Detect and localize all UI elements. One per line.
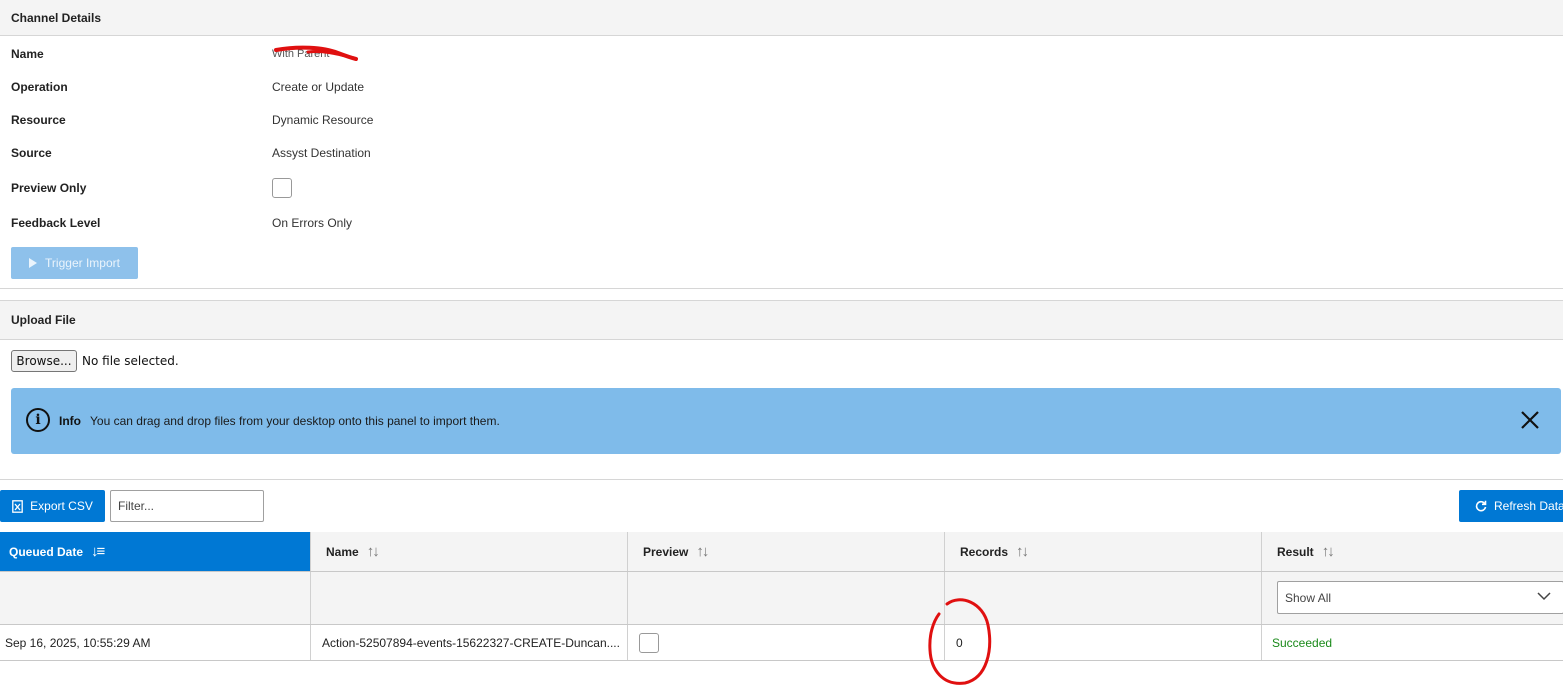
queued-date-value: Sep 16, 2025, 10:55:29 AM — [5, 635, 151, 650]
records-cell: 0 — [945, 625, 1262, 660]
info-banner-message: You can drag and drop files from your de… — [90, 414, 500, 428]
sort-descending-icon: ↓≡ — [91, 543, 105, 560]
filter-cell — [945, 572, 1262, 624]
column-header-records[interactable]: Records ↑↓ — [945, 532, 1262, 571]
export-csv-label: Export CSV — [30, 499, 93, 513]
name-cell: Action-52507894-events-15622327-CREATE-D… — [311, 625, 628, 660]
source-label: Source — [11, 146, 52, 160]
resource-value: Dynamic Resource — [272, 113, 374, 127]
feedback-level-label: Feedback Level — [11, 216, 101, 230]
sort-icon: ↑↓ — [1016, 543, 1029, 560]
column-label: Result — [1277, 544, 1314, 559]
name-value: With Parent — [272, 48, 330, 60]
column-header-queued-date[interactable]: Queued Date ↓≡ — [0, 532, 311, 571]
column-label: Queued Date — [9, 544, 84, 559]
filter-cell: Show All — [1262, 572, 1563, 624]
upload-file-title: Upload File — [11, 313, 76, 327]
result-status: Succeeded — [1272, 635, 1333, 650]
section-divider — [0, 479, 1563, 480]
feedback-level-value: On Errors Only — [272, 216, 353, 230]
queued-date-cell: Sep 16, 2025, 10:55:29 AM — [0, 625, 311, 660]
import-name-value: Action-52507894-events-15622327-CREATE-D… — [322, 635, 620, 650]
operation-value: Create or Update — [272, 80, 365, 94]
resource-label: Resource — [11, 113, 66, 127]
column-label: Preview — [643, 544, 689, 559]
channel-details-title: Channel Details — [11, 10, 102, 25]
refresh-data-button[interactable]: Refresh Data — [1459, 490, 1563, 522]
column-label: Records — [960, 544, 1009, 559]
play-icon — [29, 258, 38, 268]
table-header-row: Queued Date ↓≡ Name ↑↓ Preview ↑↓ Record… — [0, 532, 1563, 572]
result-filter-select[interactable]: Show All — [1277, 581, 1563, 614]
column-header-name[interactable]: Name ↑↓ — [311, 532, 628, 571]
upload-file-header: Upload File — [0, 300, 1563, 340]
file-excel-icon — [12, 499, 23, 513]
operation-label: Operation — [11, 80, 68, 94]
trigger-import-label: Trigger Import — [45, 256, 120, 270]
refresh-data-label: Refresh Data — [1494, 499, 1563, 513]
column-header-preview[interactable]: Preview ↑↓ — [628, 532, 945, 571]
filter-cell — [628, 572, 945, 624]
name-label: Name — [11, 47, 44, 61]
preview-cell — [628, 625, 945, 660]
column-header-result[interactable]: Result ↑↓ — [1262, 532, 1563, 571]
chevron-down-icon — [1537, 592, 1551, 601]
sort-icon: ↑↓ — [1321, 543, 1335, 560]
info-icon: i — [26, 408, 50, 432]
source-value: Assyst Destination — [272, 146, 371, 160]
close-icon[interactable] — [1519, 409, 1541, 431]
result-cell: Succeeded — [1262, 625, 1563, 660]
column-label: Name — [326, 544, 359, 559]
table-row[interactable]: Sep 16, 2025, 10:55:29 AM Action-5250789… — [0, 625, 1563, 661]
file-status-text: No file selected. — [82, 354, 179, 368]
info-banner: i Info You can drag and drop files from … — [11, 388, 1561, 454]
info-banner-title: Info — [59, 414, 81, 428]
filter-input[interactable] — [110, 490, 264, 522]
preview-only-checkbox[interactable] — [272, 178, 292, 198]
table-filter-row: Show All — [0, 572, 1563, 625]
filter-cell — [311, 572, 628, 624]
export-csv-button[interactable]: Export CSV — [0, 490, 105, 522]
refresh-icon — [1475, 500, 1487, 512]
preview-only-label: Preview Only — [11, 181, 87, 195]
filter-cell — [0, 572, 311, 624]
result-filter-value: Show All — [1285, 590, 1332, 605]
records-value: 0 — [956, 635, 963, 650]
channel-details-header: Channel Details — [0, 0, 1563, 36]
preview-checkbox[interactable] — [639, 632, 659, 653]
trigger-import-button[interactable]: Trigger Import — [11, 247, 138, 279]
browse-button[interactable]: Browse... — [11, 350, 77, 372]
section-divider — [0, 288, 1563, 289]
sort-icon: ↑↓ — [366, 543, 380, 560]
sort-icon: ↑↓ — [696, 543, 709, 560]
